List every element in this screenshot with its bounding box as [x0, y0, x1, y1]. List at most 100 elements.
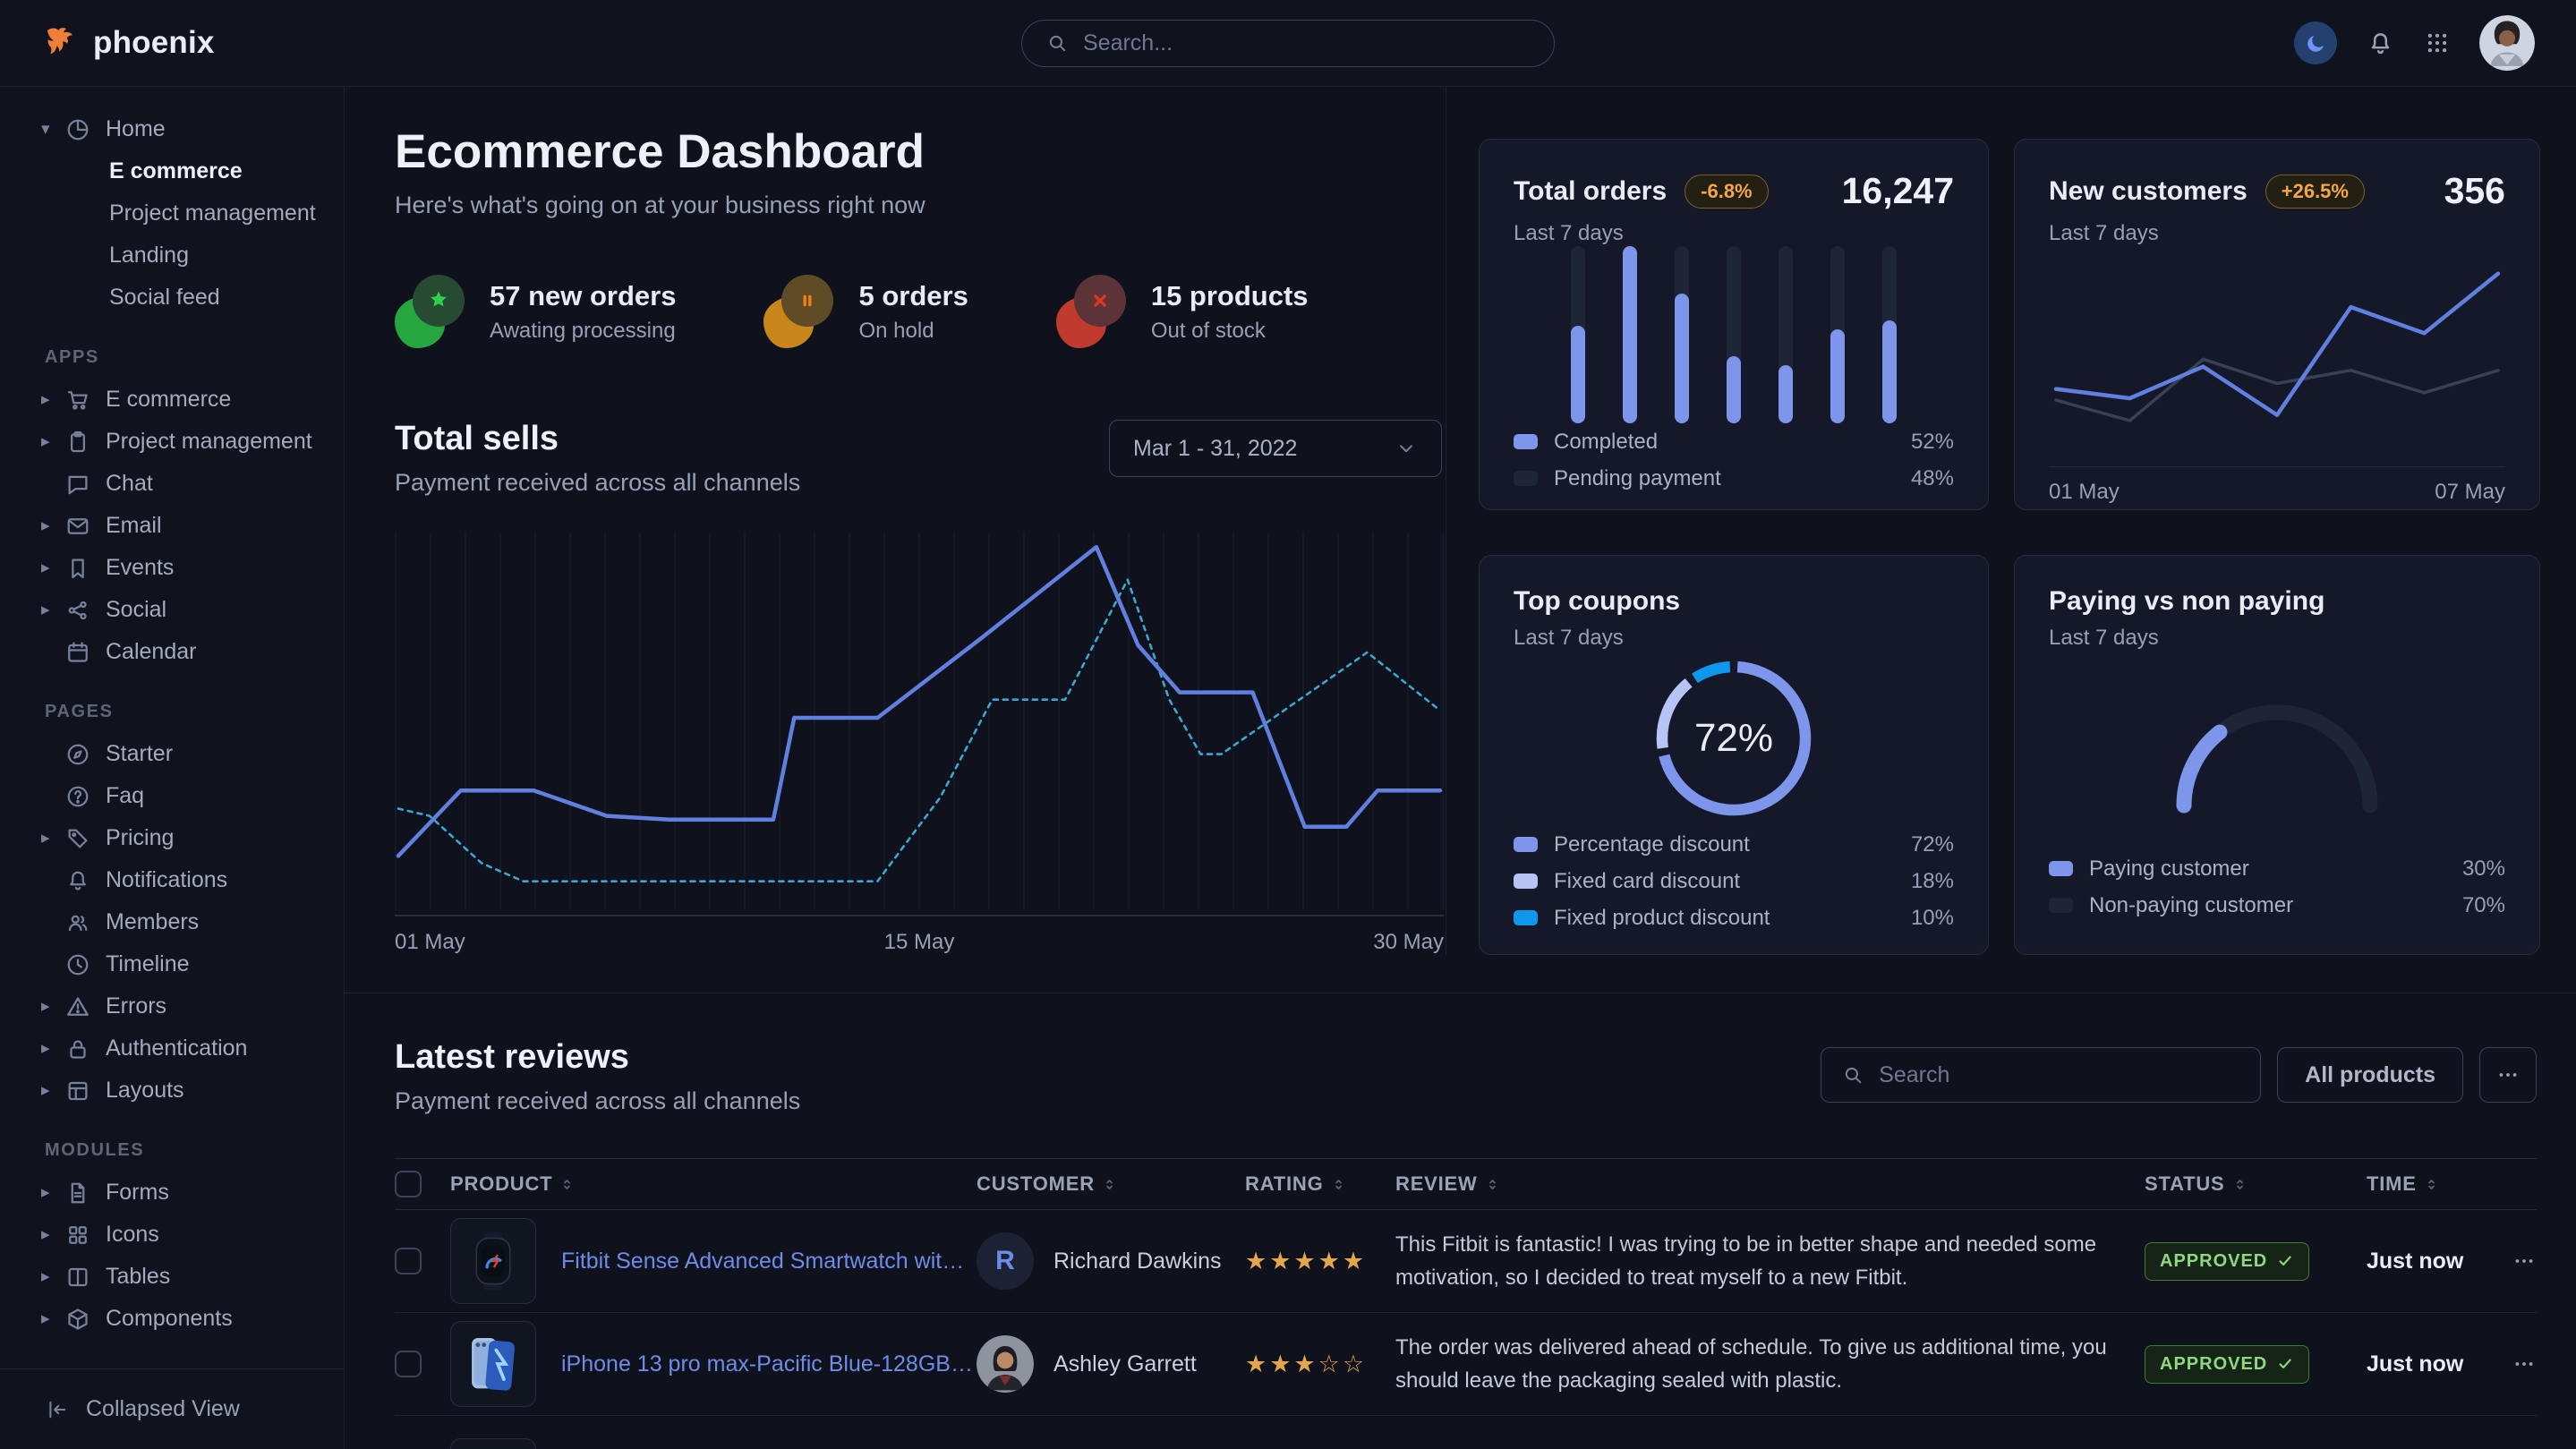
sidebar-item-label: Chat: [106, 471, 153, 497]
sidebar-item-e-commerce[interactable]: ▸E commerce: [0, 379, 344, 421]
column-header-label[interactable]: CUSTOMER: [977, 1172, 1117, 1196]
change-badge: -6.8%: [1685, 175, 1768, 209]
date-range-select[interactable]: Mar 1 - 31, 2022: [1109, 420, 1442, 477]
sidebar-item-authentication[interactable]: ▸Authentication: [0, 1027, 344, 1070]
question-icon: [64, 783, 91, 810]
product-thumbnail[interactable]: [450, 1438, 536, 1449]
sidebar-item-label: Icons: [106, 1222, 159, 1248]
row-more-icon[interactable]: [2512, 1249, 2537, 1274]
collapsed-view-toggle[interactable]: Collapsed View: [0, 1368, 344, 1449]
all-products-button[interactable]: All products: [2277, 1047, 2463, 1103]
grid4-icon: [64, 1222, 91, 1249]
product-thumbnail[interactable]: [450, 1321, 536, 1407]
row-more-icon[interactable]: [2512, 1351, 2537, 1377]
row-actions-cell: [2492, 1351, 2537, 1377]
column-header-label[interactable]: REVIEW: [1395, 1172, 2118, 1196]
sidebar-subitem-landing[interactable]: Landing: [0, 234, 344, 277]
sidebar-item-calendar[interactable]: Calendar: [0, 631, 344, 673]
tag-icon: [64, 825, 91, 852]
clock-icon: [64, 951, 91, 978]
user-avatar[interactable]: [2479, 15, 2535, 71]
customer-avatar[interactable]: [977, 1335, 1034, 1393]
sidebar-item-faq[interactable]: Faq: [0, 775, 344, 817]
order-bar: [1571, 246, 1585, 423]
column-header-label[interactable]: PRODUCT: [450, 1172, 575, 1196]
legend-item-paying-customer: Paying customer30%: [2049, 850, 2505, 887]
star-rating: ★★★★★: [1245, 1248, 1367, 1274]
customer-name: Richard Dawkins: [1053, 1249, 1222, 1274]
product-thumbnail[interactable]: [450, 1218, 536, 1304]
sidebar-item-chat[interactable]: Chat: [0, 463, 344, 505]
sidebar-item-timeline[interactable]: Timeline: [0, 943, 344, 985]
select-all-checkbox[interactable]: [395, 1171, 422, 1198]
stat-15-products: 15 productsOut of stock: [1056, 275, 1309, 348]
brand-logo[interactable]: phoenix: [41, 24, 215, 62]
sidebar-item-project-management[interactable]: ▸Project management: [0, 421, 344, 463]
ellipsis-icon[interactable]: [2479, 1047, 2537, 1103]
product-link[interactable]: Fitbit Sense Advanced Smartwatch with To…: [561, 1249, 977, 1274]
status-cell: APPROVED: [2145, 1242, 2367, 1281]
reviews-search-input[interactable]: [1879, 1062, 2240, 1088]
product-cell: iPhone 13 pro max-Pacific Blue-128GB sto…: [450, 1313, 977, 1415]
collapse-icon: [45, 1397, 70, 1422]
share-icon: [64, 597, 91, 624]
sidebar-item-forms[interactable]: ▸Forms: [0, 1172, 344, 1214]
sidebar-item-email[interactable]: ▸Email: [0, 505, 344, 547]
legend-item-pending-payment: Pending payment48%: [1514, 460, 1954, 497]
sidebar-item-pricing[interactable]: ▸Pricing: [0, 817, 344, 859]
sidebar-item-tables[interactable]: ▸Tables: [0, 1256, 344, 1298]
legend-label: Paying customer: [2089, 857, 2249, 882]
brand-name: phoenix: [93, 25, 215, 61]
sidebar-item-layouts[interactable]: ▸Layouts: [0, 1070, 344, 1112]
sidebar-subitem-social-feed[interactable]: Social feed: [0, 277, 344, 319]
page-subtitle: Here's what's going on at your business …: [395, 192, 1446, 219]
row-checkbox-cell: [395, 1351, 450, 1377]
column-header-time: TIME: [2367, 1172, 2492, 1196]
bar-fill: [1571, 326, 1585, 423]
calendar-icon: [64, 639, 91, 666]
order-bar: [1778, 246, 1793, 423]
legend-value: 72%: [1911, 832, 1954, 857]
sidebar-item-events[interactable]: ▸Events: [0, 547, 344, 589]
sidebar-item-home[interactable]: ▾Home: [0, 108, 344, 150]
stat-caption: Awating processing: [490, 319, 676, 344]
global-search[interactable]: [1021, 20, 1555, 67]
sidebar-item-notifications[interactable]: Notifications: [0, 859, 344, 901]
sidebar-subitem-project-management[interactable]: Project management: [0, 192, 344, 234]
sidebar-item-social[interactable]: ▸Social: [0, 589, 344, 631]
reviews-search[interactable]: [1821, 1047, 2261, 1103]
paying-gauge-chart: [2049, 651, 2505, 850]
notifications-bell-icon[interactable]: [2366, 29, 2395, 58]
column-header-rating: RATING: [1245, 1172, 1395, 1196]
column-header-label[interactable]: TIME: [2367, 1172, 2492, 1196]
sidebar-item-errors[interactable]: ▸Errors: [0, 985, 344, 1027]
donut-center-label: 72%: [1646, 651, 1821, 826]
review-cell: The order was delivered ahead of schedul…: [1395, 1331, 2145, 1397]
theme-toggle-button[interactable]: [2294, 21, 2337, 64]
sidebar-subitem-e-commerce[interactable]: E commerce: [0, 150, 344, 192]
column-header-status: STATUS: [2145, 1172, 2367, 1196]
row-actions-cell: [2492, 1249, 2537, 1274]
sidebar-item-components[interactable]: ▸Components: [0, 1298, 344, 1340]
orders-legend: Completed52%Pending payment48%: [1514, 423, 1954, 497]
top-navbar: phoenix: [0, 0, 2576, 87]
stat-text: 5 ordersOn hold: [858, 280, 968, 344]
box-icon: [64, 1306, 91, 1333]
row-checkbox[interactable]: [395, 1248, 422, 1274]
product-link[interactable]: iPhone 13 pro max-Pacific Blue-128GB sto…: [561, 1351, 977, 1377]
x-tick: 15 May: [465, 930, 1374, 955]
sidebar-item-starter[interactable]: Starter: [0, 733, 344, 775]
column-header-label[interactable]: STATUS: [2145, 1172, 2367, 1196]
sidebar-item-label: Email: [106, 513, 162, 539]
column-header-label[interactable]: RATING: [1245, 1172, 1395, 1196]
legend-value: 18%: [1911, 869, 1954, 894]
apps-grid-icon[interactable]: [2424, 30, 2451, 56]
global-search-input[interactable]: [1083, 30, 1531, 56]
sidebar-item-label: Timeline: [106, 951, 190, 977]
sidebar-item-icons[interactable]: ▸Icons: [0, 1214, 344, 1256]
sidebar-item-members[interactable]: Members: [0, 901, 344, 943]
customer-avatar[interactable]: R: [977, 1232, 1034, 1290]
top-coupons-card: Top coupons Last 7 days 72% Percentage d…: [1479, 555, 1989, 955]
row-checkbox[interactable]: [395, 1351, 422, 1377]
stat-blob-icon: [763, 275, 833, 348]
